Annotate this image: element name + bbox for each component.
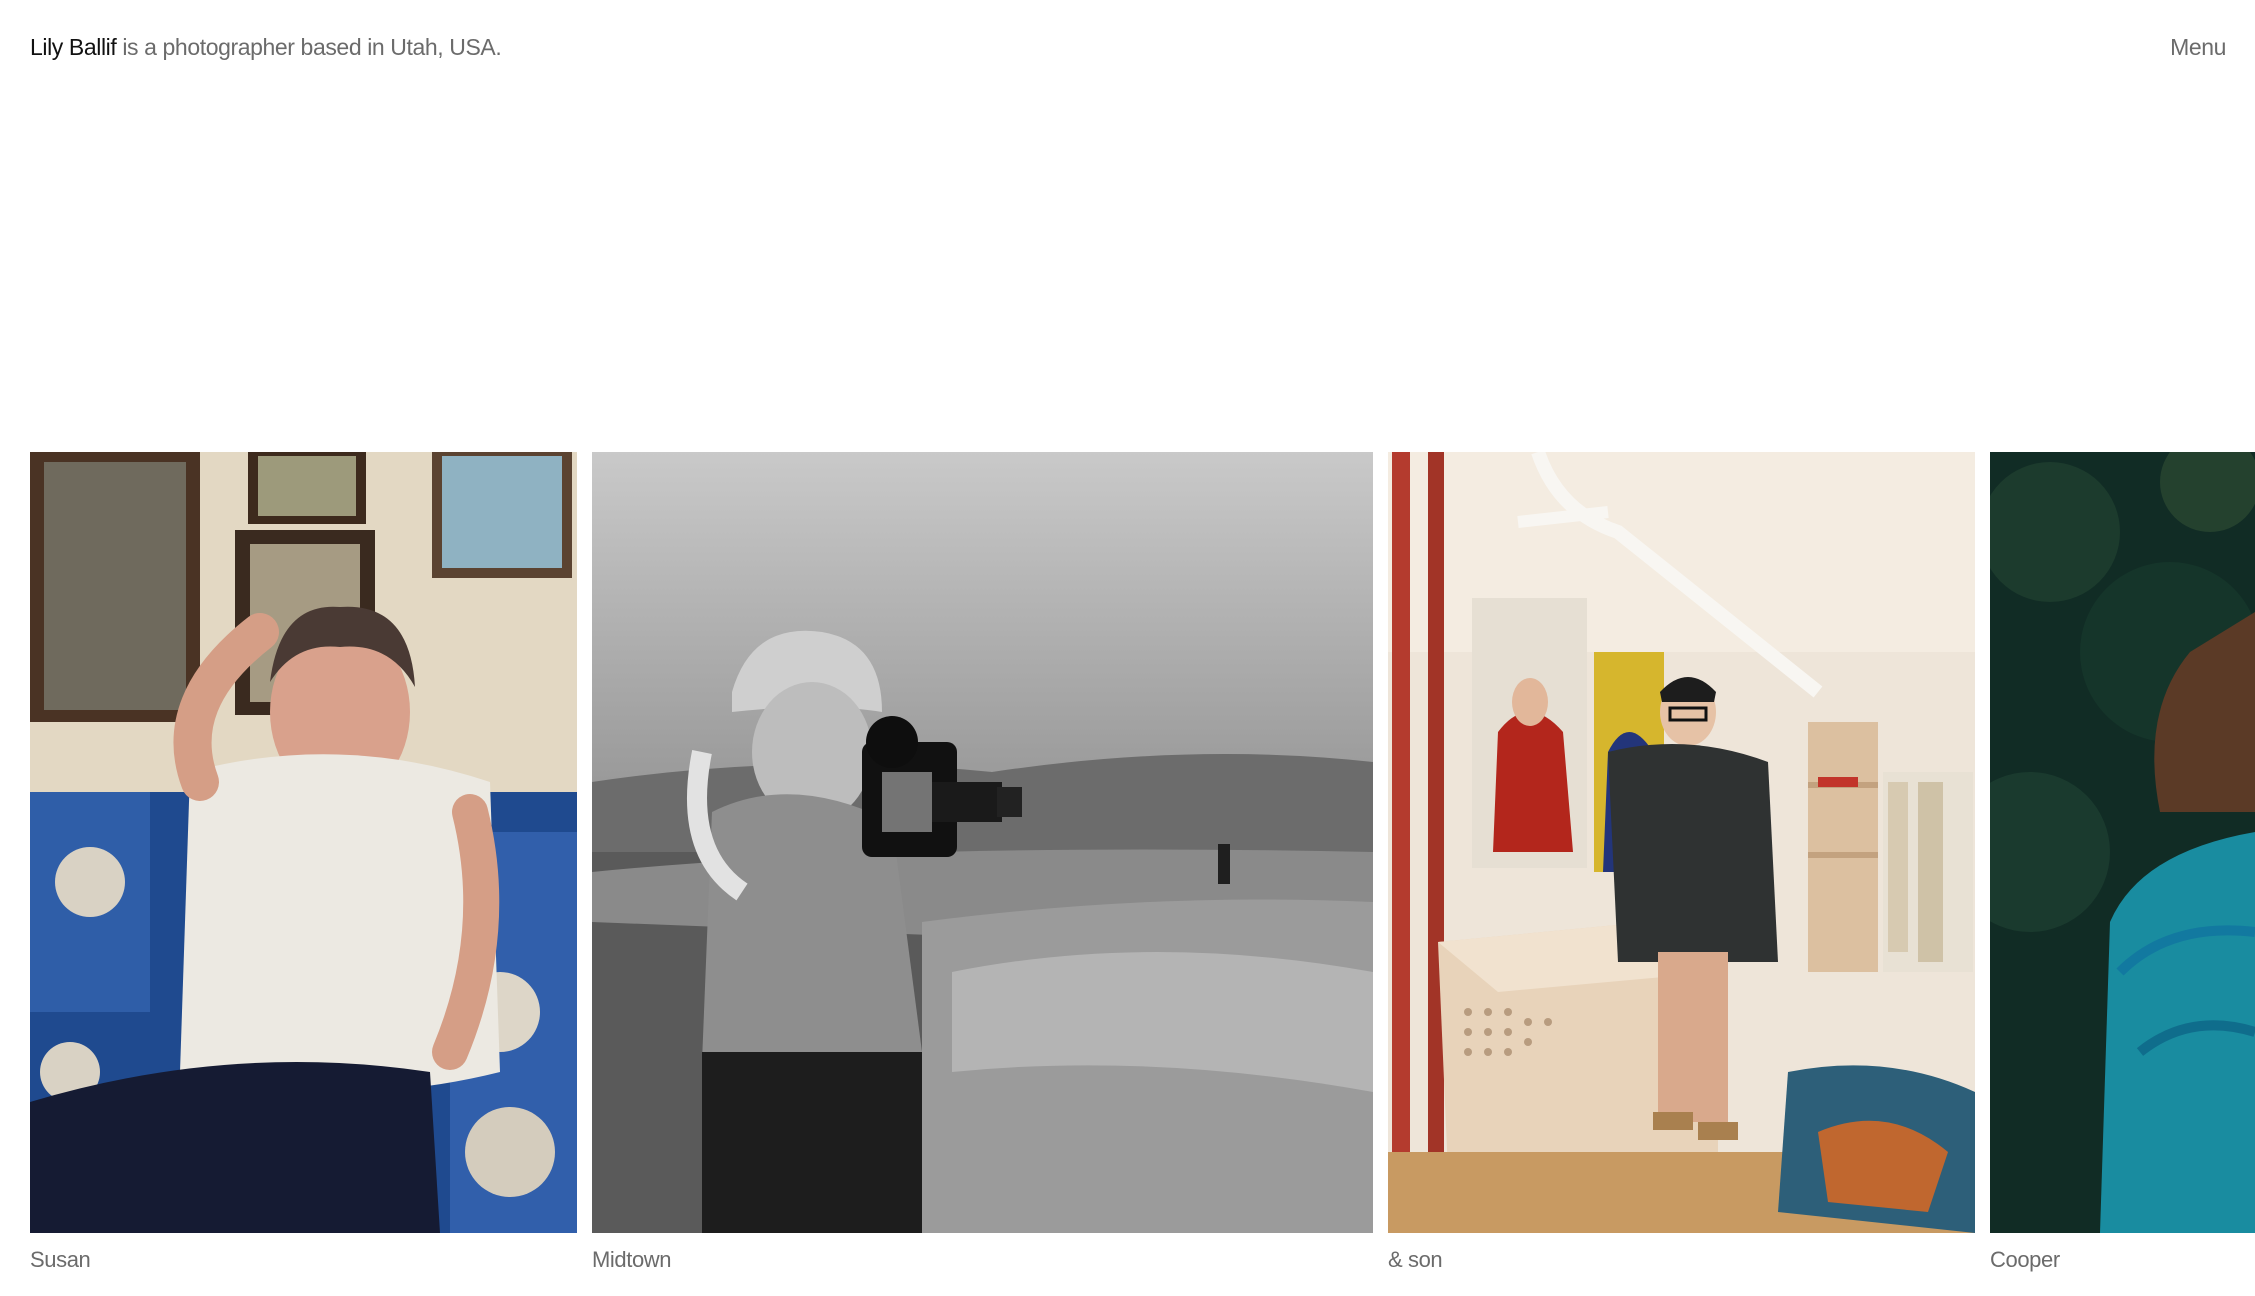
project-title[interactable]: Cooper (1990, 1243, 2060, 1277)
project-gallery: Susan Midtown & son Cooper (0, 452, 2255, 1296)
project-title[interactable]: & son (1388, 1243, 1443, 1277)
project-thumbnail[interactable] (592, 452, 1373, 1233)
portrait-photo-susan (30, 452, 577, 1233)
menu-button[interactable]: Menu (2170, 30, 2226, 64)
project-title[interactable]: Susan (30, 1243, 91, 1277)
portrait-photo-midtown (592, 452, 1373, 1233)
project-card-susan[interactable]: Susan (30, 452, 577, 1272)
portrait-photo-cooper (1990, 452, 2255, 1233)
site-header: Lily Ballif is a photographer based in U… (0, 0, 2255, 94)
photographer-name-link[interactable]: Lily Ballif (30, 34, 117, 60)
project-thumbnail[interactable] (1990, 452, 2255, 1233)
project-card-and-son[interactable]: & son (1388, 452, 1975, 1272)
site-intro: Lily Ballif is a photographer based in U… (30, 30, 502, 64)
portrait-photo-and-son (1388, 452, 1975, 1233)
project-title[interactable]: Midtown (592, 1243, 672, 1277)
site-tagline: is a photographer based in Utah, USA. (116, 34, 502, 60)
project-thumbnail[interactable] (1388, 452, 1975, 1233)
project-card-cooper[interactable]: Cooper (1990, 452, 2255, 1272)
project-card-midtown[interactable]: Midtown (592, 452, 1373, 1272)
project-thumbnail[interactable] (30, 452, 577, 1233)
